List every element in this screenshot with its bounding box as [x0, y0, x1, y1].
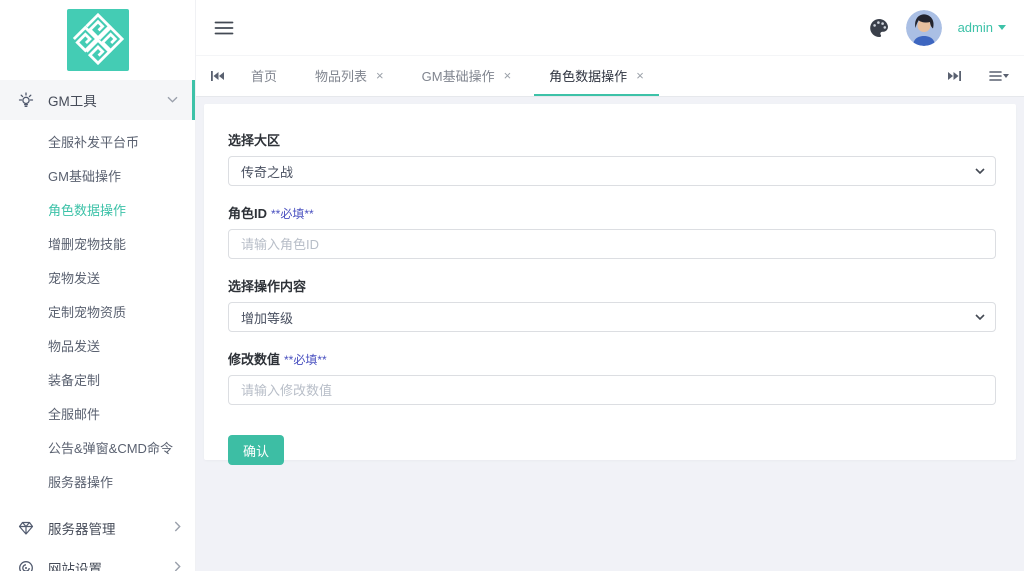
value-input[interactable] — [228, 375, 996, 405]
sidebar-item-announce-cmd[interactable]: 公告&弹窗&CMD命令 — [0, 432, 195, 466]
sidebar-item-label: 全服邮件 — [48, 407, 100, 422]
sidebar-item-label: 公告&弹窗&CMD命令 — [48, 441, 173, 456]
chevron-right-icon — [174, 561, 181, 571]
scroll-tabs-right-button[interactable] — [940, 70, 970, 82]
sidebar-group-label: 网站设置 — [48, 558, 174, 571]
confirm-button[interactable]: 确认 — [228, 435, 284, 465]
username-label: admin — [958, 20, 993, 35]
sidebar-item-pet-send[interactable]: 宠物发送 — [0, 262, 195, 296]
topbar-right: admin — [868, 10, 1006, 46]
sidebar-item-label: 增删宠物技能 — [48, 237, 126, 252]
sidebar-submenu: 全服补发平台币 GM基础操作 角色数据操作 增删宠物技能 宠物发送 定制宠物资质… — [0, 120, 195, 504]
sidebar: GM工具 全服补发平台币 GM基础操作 角色数据操作 增删宠物技能 宠物发送 定… — [0, 0, 196, 571]
chevron-down-icon — [975, 314, 985, 320]
operation-select-value: 增加等级 — [241, 308, 293, 327]
required-badge: **必填** — [271, 207, 314, 221]
operation-label: 选择操作内容 — [228, 276, 996, 295]
open-tabs: 首页 物品列表 × GM基础操作 × 角色数据操作 × — [232, 56, 940, 96]
main-area: admin 首页 物品列表 × GM基础操作 × 角色数 — [196, 0, 1024, 571]
sidebar-group-label: GM工具 — [48, 90, 167, 110]
required-badge: **必填** — [284, 353, 327, 367]
region-select-value: 传奇之战 — [241, 162, 293, 181]
close-icon[interactable]: × — [636, 69, 644, 82]
content-area: 选择大区 传奇之战 角色ID **必填** 选择操作内容 增加等级 — [196, 97, 1024, 571]
field-value: 修改数值 **必填** — [228, 349, 996, 405]
role-id-input[interactable] — [228, 229, 996, 259]
tab-home[interactable]: 首页 — [236, 56, 292, 96]
user-menu[interactable]: admin — [958, 20, 1006, 35]
settings-circle-icon — [18, 560, 34, 571]
close-icon[interactable]: × — [376, 69, 384, 82]
operation-select[interactable]: 增加等级 — [228, 302, 996, 332]
tabbar: 首页 物品列表 × GM基础操作 × 角色数据操作 × — [196, 56, 1024, 97]
region-label: 选择大区 — [228, 130, 996, 149]
field-region: 选择大区 传奇之战 — [228, 130, 996, 186]
user-avatar[interactable] — [906, 10, 942, 46]
sidebar-item-label: 宠物发送 — [48, 271, 100, 286]
chevron-down-icon — [998, 25, 1006, 30]
tab-label: 角色数据操作 — [549, 66, 627, 85]
tabbar-right — [940, 56, 1014, 96]
role-id-label: 角色ID — [228, 206, 267, 221]
close-icon[interactable]: × — [504, 69, 512, 82]
sidebar-item-pet-skill[interactable]: 增删宠物技能 — [0, 228, 195, 262]
sidebar-item-pet-quality[interactable]: 定制宠物资质 — [0, 296, 195, 330]
sidebar-menu: GM工具 全服补发平台币 GM基础操作 角色数据操作 增删宠物技能 宠物发送 定… — [0, 80, 195, 571]
tab-item-list[interactable]: 物品列表 × — [300, 56, 399, 96]
sidebar-item-label: GM基础操作 — [48, 169, 121, 184]
sidebar-item-server-ops[interactable]: 服务器操作 — [0, 466, 195, 500]
lamp-icon — [18, 92, 34, 108]
sidebar-item-role-data[interactable]: 角色数据操作 — [0, 194, 195, 228]
theme-palette-icon[interactable] — [868, 17, 890, 39]
region-select[interactable]: 传奇之战 — [228, 156, 996, 186]
form-card: 选择大区 传奇之战 角色ID **必填** 选择操作内容 增加等级 — [204, 104, 1016, 460]
tab-gm-basic[interactable]: GM基础操作 × — [407, 56, 527, 96]
tab-label: 物品列表 — [315, 66, 367, 85]
sidebar-item-platform-coin[interactable]: 全服补发平台币 — [0, 126, 195, 160]
field-role-id: 角色ID **必填** — [228, 203, 996, 259]
sidebar-item-label: 物品发送 — [48, 339, 100, 354]
chevron-down-icon — [975, 168, 985, 174]
sidebar-item-gm-basic[interactable]: GM基础操作 — [0, 160, 195, 194]
sidebar-item-label: 服务器操作 — [48, 475, 113, 490]
sidebar-item-label: 角色数据操作 — [48, 203, 126, 218]
sidebar-group-label: 服务器管理 — [48, 518, 174, 538]
value-label: 修改数值 — [228, 352, 280, 367]
sidebar-group-gm-tools[interactable]: GM工具 — [0, 80, 195, 120]
tabs-menu-button[interactable] — [984, 69, 1014, 83]
sidebar-toggle-button[interactable] — [214, 20, 234, 36]
sidebar-item-label: 装备定制 — [48, 373, 100, 388]
topbar: admin — [196, 0, 1024, 56]
sidebar-item-label: 全服补发平台币 — [48, 135, 139, 150]
sidebar-group-server-manage[interactable]: 服务器管理 — [0, 508, 195, 548]
sidebar-item-server-mail[interactable]: 全服邮件 — [0, 398, 195, 432]
app-logo[interactable] — [67, 9, 129, 71]
knot-logo-icon — [72, 13, 124, 68]
logo-area — [0, 0, 195, 80]
gem-icon — [18, 520, 34, 536]
field-operation: 选择操作内容 增加等级 — [228, 276, 996, 332]
sidebar-item-item-send[interactable]: 物品发送 — [0, 330, 195, 364]
sidebar-group-site-settings[interactable]: 网站设置 — [0, 548, 195, 571]
chevron-down-icon — [167, 94, 178, 106]
tab-role-data[interactable]: 角色数据操作 × — [534, 56, 659, 96]
scroll-tabs-left-button[interactable] — [202, 56, 232, 96]
sidebar-item-equip-custom[interactable]: 装备定制 — [0, 364, 195, 398]
chevron-right-icon — [174, 521, 181, 535]
tab-label: GM基础操作 — [422, 66, 495, 85]
sidebar-item-label: 定制宠物资质 — [48, 305, 126, 320]
tab-label: 首页 — [251, 66, 277, 85]
